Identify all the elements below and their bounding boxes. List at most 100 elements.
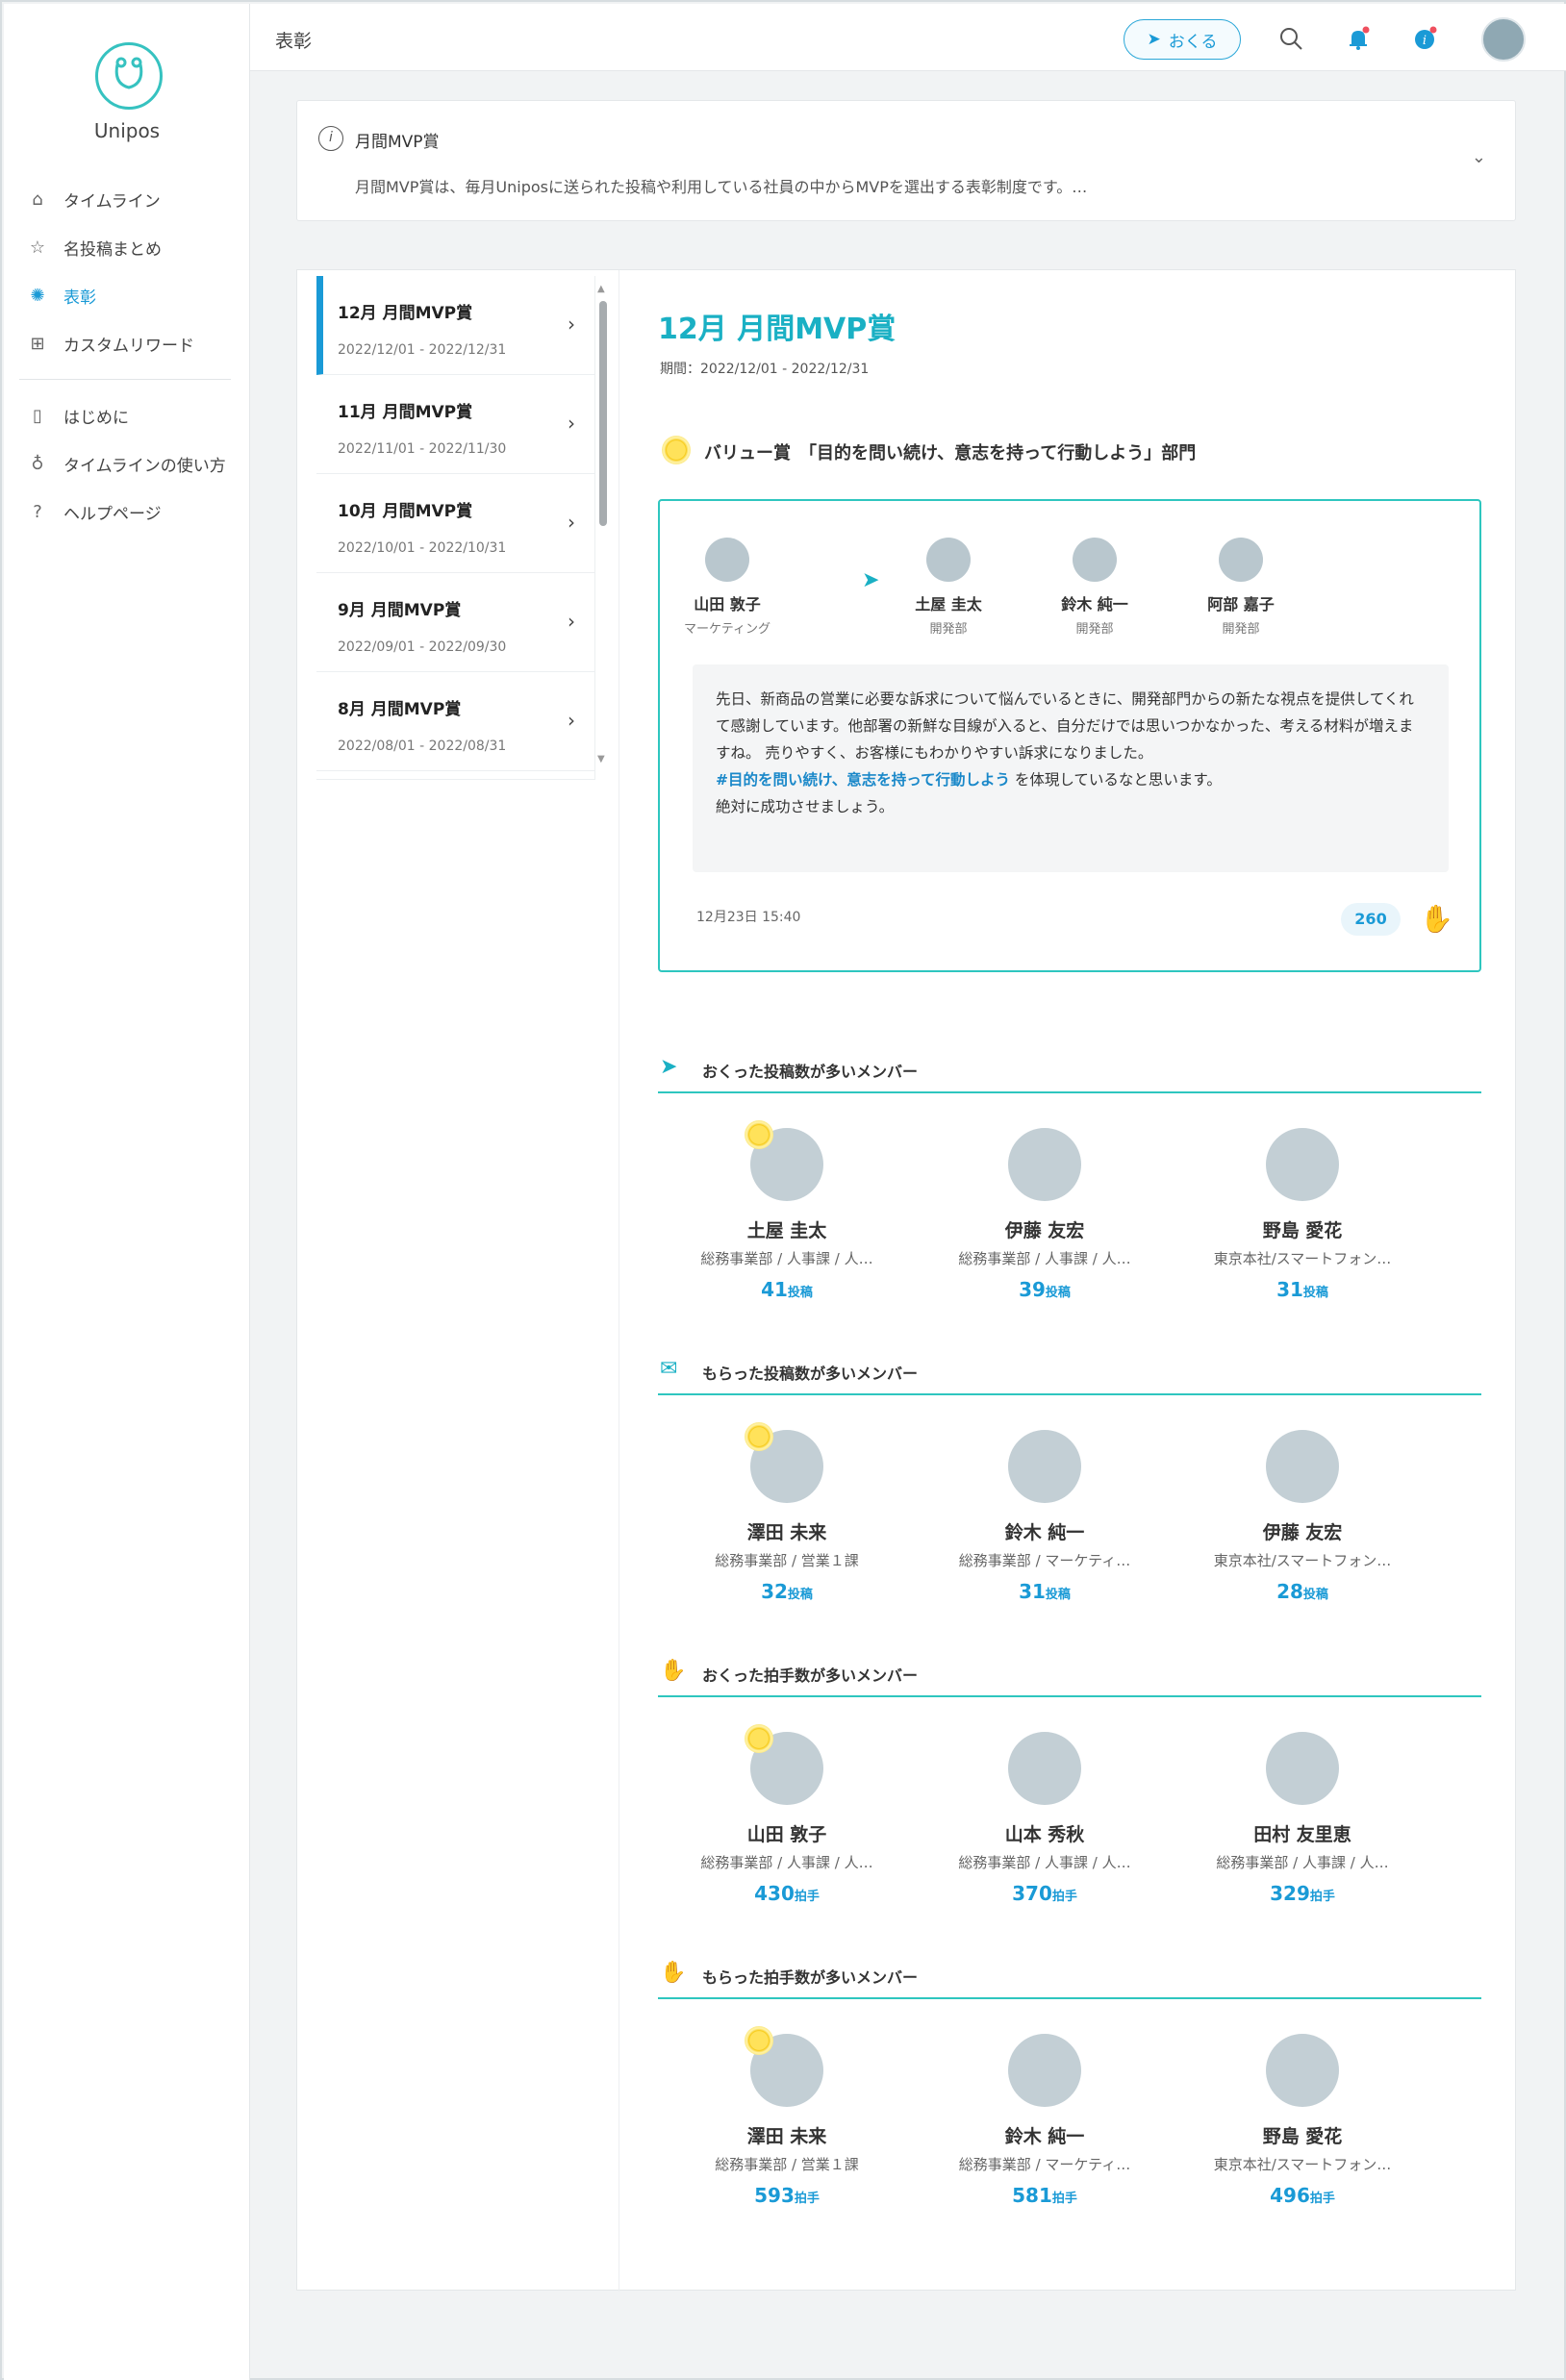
post-recipient[interactable]: 土屋 圭太 開発部: [881, 538, 1016, 637]
ranking-member[interactable]: 伊藤 友宏 総務事業部 / 人事課 / 人… 39投稿: [916, 1128, 1174, 1301]
sidebar-item-best-posts[interactable]: ☆ 名投稿まとめ: [4, 223, 250, 271]
month-period: 2022/12/01 - 2022/12/31: [338, 342, 507, 358]
send-button-label: おくる: [1168, 32, 1218, 52]
lightbulb-icon: ♁: [31, 453, 44, 474]
recipient-name: 阿部 嘉子: [1207, 595, 1275, 614]
value-award-label: バリュー賞 「目的を問い続け、意志を持って行動しよう」部門: [704, 443, 1197, 463]
month-item-december[interactable]: 12月 月間MVP賞 2022/12/01 - 2022/12/31 ›: [316, 276, 594, 375]
top-header: 表彰 ➤ おくる i: [250, 4, 1566, 71]
medal-icon: [745, 1724, 773, 1753]
chevron-down-icon[interactable]: ⌄: [1472, 147, 1486, 167]
member-dept: 総務事業部 / 営業１課: [715, 2156, 859, 2173]
ranking-member[interactable]: 鈴木 純一 総務事業部 / マーケティ… 31投稿: [916, 1430, 1174, 1603]
recipient-name: 土屋 圭太: [915, 595, 982, 614]
ranking-title: おくった投稿数が多いメンバー: [702, 1063, 919, 1081]
sidebar-item-label: 表彰: [63, 288, 96, 308]
clap-icon[interactable]: ✋: [1420, 903, 1453, 935]
sidebar-item-help[interactable]: ? ヘルプページ: [4, 488, 250, 536]
avatar: [1008, 2034, 1081, 2107]
search-icon[interactable]: [1276, 23, 1306, 54]
member-dept: 総務事業部 / 人事課 / 人…: [700, 1854, 873, 1871]
month-item-august[interactable]: 8月 月間MVP賞 2022/08/01 - 2022/08/31 ›: [316, 672, 594, 771]
notification-bell-icon[interactable]: [1343, 23, 1374, 54]
ranking-member[interactable]: 鈴木 純一 総務事業部 / マーケティ… 581拍手: [916, 2034, 1174, 2207]
member-dept: 東京本社/スマートフォン…: [1213, 1552, 1392, 1569]
count-unit: 拍手: [794, 2192, 820, 2206]
post-message-text: 絶対に成功させましょう。: [716, 798, 895, 815]
ranking-member[interactable]: 山本 秀秋 総務事業部 / 人事課 / 人… 370拍手: [916, 1732, 1174, 1905]
count-unit: 拍手: [1051, 1890, 1077, 1904]
post-hashtag[interactable]: #目的を問い続け、意志を持って行動しよう: [716, 771, 1010, 789]
sidebar-item-label: 名投稿まとめ: [63, 239, 162, 260]
member-name: 伊藤 友宏: [1262, 1522, 1343, 1543]
paper-plane-icon: ➤: [660, 1055, 678, 1079]
count-unit: 拍手: [1309, 2192, 1335, 2206]
month-item-october[interactable]: 10月 月間MVP賞 2022/10/01 - 2022/10/31 ›: [316, 474, 594, 573]
sidebar-item-getting-started[interactable]: ▯ はじめに: [4, 391, 250, 439]
award-info-panel[interactable]: i 月間MVP賞 月間MVP賞は、毎月Uniposに送られた投稿や利用している社…: [296, 100, 1516, 221]
ranking-member[interactable]: 澤田 未来 総務事業部 / 営業１課 32投稿: [658, 1422, 916, 1603]
avatar: [1008, 1430, 1081, 1503]
ranking-header: ✋ おくった拍手数が多いメンバー: [658, 1653, 1481, 1697]
member-dept: 総務事業部 / マーケティ…: [958, 2156, 1131, 2173]
send-button[interactable]: ➤ おくる: [1124, 19, 1241, 60]
user-avatar[interactable]: [1481, 17, 1526, 62]
scrollbar-thumb[interactable]: [599, 301, 607, 526]
member-dept: 総務事業部 / 人事課 / 人…: [700, 1250, 873, 1267]
sidebar-item-timeline-guide[interactable]: ♁ タイムラインの使い方: [4, 439, 250, 488]
svg-text:i: i: [1423, 34, 1427, 48]
medal-icon: [662, 436, 691, 464]
chevron-right-icon: ›: [568, 313, 575, 336]
scroll-down-icon[interactable]: ▼: [597, 754, 605, 764]
recipient-dept: 開発部: [1075, 622, 1114, 637]
member-dept: 東京本社/スマートフォン…: [1213, 1250, 1392, 1267]
month-list-scrollbar[interactable]: ▲ ▼: [597, 284, 607, 764]
home-icon: ⌂: [32, 188, 43, 210]
member-dept: 総務事業部 / 人事課 / 人…: [958, 1854, 1131, 1871]
month-item-november[interactable]: 11月 月間MVP賞 2022/11/01 - 2022/11/30 ›: [316, 375, 594, 474]
sidebar-item-timeline[interactable]: ⌂ タイムライン: [4, 175, 250, 223]
member-count: 32: [761, 1580, 788, 1603]
post-recipient[interactable]: 鈴木 純一 開発部: [1027, 538, 1162, 637]
sidebar: Unipos ⌂ タイムライン ☆ 名投稿まとめ ✺ 表彰 ⊞ カスタムリワード…: [4, 4, 250, 2380]
member-name: 伊藤 友宏: [1004, 1220, 1085, 1241]
ranking-member[interactable]: 澤田 未来 総務事業部 / 営業１課 593拍手: [658, 2026, 916, 2207]
ranking-member[interactable]: 伊藤 友宏 東京本社/スマートフォン… 28投稿: [1174, 1430, 1431, 1603]
recipient-name: 鈴木 純一: [1061, 595, 1128, 614]
app-frame: Unipos ⌂ タイムライン ☆ 名投稿まとめ ✺ 表彰 ⊞ カスタムリワード…: [0, 0, 1566, 2380]
medal-icon: [745, 1422, 773, 1451]
sidebar-item-custom-reward[interactable]: ⊞ カスタムリワード: [4, 319, 250, 367]
month-item-september[interactable]: 9月 月間MVP賞 2022/09/01 - 2022/09/30 ›: [316, 573, 594, 672]
ranking-sent-claps: ✋ おくった拍手数が多いメンバー 山田 敦子 総務事業部 / 人事課 / 人… …: [658, 1653, 1481, 1918]
post-sender[interactable]: 山田 敦子 マーケティング: [660, 538, 795, 637]
ranking-member[interactable]: 山田 敦子 総務事業部 / 人事課 / 人… 430拍手: [658, 1724, 916, 1905]
info-notification-icon[interactable]: i: [1410, 23, 1441, 54]
ranking-member[interactable]: 田村 友里恵 総務事業部 / 人事課 / 人… 329拍手: [1174, 1732, 1431, 1905]
avatar: [705, 538, 749, 582]
scroll-up-icon[interactable]: ▲: [597, 284, 605, 294]
clap-icon: ✋: [660, 1961, 687, 1985]
send-icon: ➤: [1147, 30, 1161, 49]
info-title: 月間MVP賞: [355, 133, 440, 152]
ranking-title: もらった拍手数が多いメンバー: [702, 1968, 919, 1987]
member-count: 496: [1270, 2184, 1310, 2207]
avatar: [745, 1422, 823, 1503]
count-unit: 拍手: [1051, 2192, 1077, 2206]
ranking-member[interactable]: 土屋 圭太 総務事業部 / 人事課 / 人… 41投稿: [658, 1120, 916, 1301]
clap-count[interactable]: 260: [1341, 903, 1401, 936]
member-count: 430: [754, 1882, 795, 1905]
clap-icon: ✋: [660, 1659, 687, 1683]
month-title: 10月 月間MVP賞: [338, 502, 473, 521]
member-dept: 総務事業部 / 人事課 / 人…: [1216, 1854, 1389, 1871]
sidebar-divider: [19, 379, 231, 380]
sidebar-item-awards[interactable]: ✺ 表彰: [4, 271, 250, 319]
unipos-logo-icon[interactable]: [95, 42, 163, 110]
avatar: [1266, 2034, 1339, 2107]
award-icon: ✺: [30, 285, 45, 306]
ranking-member[interactable]: 野島 愛花 東京本社/スマートフォン… 31投稿: [1174, 1128, 1431, 1301]
ranking-header: ➤ おくった投稿数が多いメンバー: [658, 1049, 1481, 1093]
mvp-post-card[interactable]: 山田 敦子 マーケティング ➤ 土屋 圭太 開発部 鈴木 純一 開発部 阿部 嘉…: [658, 499, 1481, 972]
post-recipient[interactable]: 阿部 嘉子 開発部: [1174, 538, 1308, 637]
medal-icon: [745, 2026, 773, 2055]
ranking-member[interactable]: 野島 愛花 東京本社/スマートフォン… 496拍手: [1174, 2034, 1431, 2207]
